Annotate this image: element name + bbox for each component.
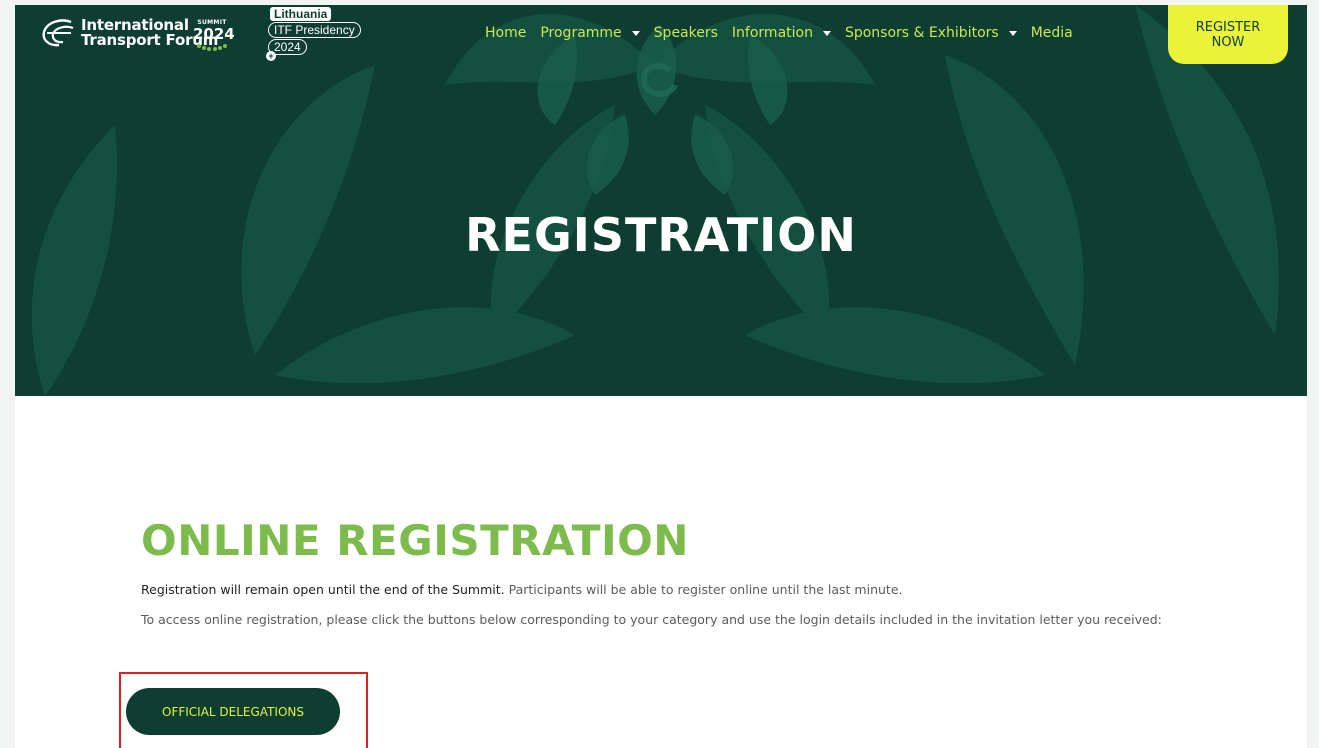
hero-title: REGISTRATION (465, 208, 857, 262)
site-header: International Transport Forum SUMMIT 202… (15, 5, 1307, 69)
registration-instructions: To access online registration, please cl… (141, 612, 1162, 627)
summit-wreath-icon (197, 44, 227, 51)
main-nav: Home Programme Speakers Information Spon… (485, 25, 1087, 41)
caret-down-icon (822, 30, 831, 36)
caret-down-icon (631, 30, 640, 36)
summit-year: 2024 (193, 25, 235, 43)
nav-sponsors-label: Sponsors & Exhibitors (844, 25, 999, 41)
nav-speakers-label: Speakers (653, 25, 718, 41)
presidency-label: ITF Presidency (268, 22, 361, 38)
itf-logo-icon (42, 19, 74, 47)
summit-2024-badge: SUMMIT 2024 (193, 19, 235, 53)
registration-intro-strong: Registration will remain open until the … (141, 582, 505, 597)
nav-media-label: Media (1030, 25, 1073, 41)
nav-programme[interactable]: Programme (540, 25, 640, 41)
scrollbar-gutter (1307, 0, 1319, 748)
nav-sponsors-exhibitors[interactable]: Sponsors & Exhibitors (845, 25, 1017, 41)
nav-information[interactable]: Information (732, 25, 831, 41)
presidency-country: Lithuania (270, 7, 332, 21)
nav-home[interactable]: Home (485, 25, 526, 41)
registration-intro-rest: Participants will be able to register on… (504, 582, 903, 597)
register-now-line1: REGISTER (1195, 19, 1261, 35)
section-title: ONLINE REGISTRATION (141, 516, 689, 565)
nav-programme-label: Programme (540, 25, 622, 41)
nav-information-label: Information (731, 25, 813, 41)
nav-media[interactable]: Media (1031, 25, 1073, 41)
nav-home-label: Home (485, 25, 527, 41)
plus-icon: + (266, 51, 276, 61)
itf-logo[interactable]: International Transport Forum (41, 18, 218, 48)
lithuania-presidency-logo: Lithuania ITF Presidency 2024 + (266, 7, 361, 61)
register-now-button[interactable]: REGISTER NOW (1168, 5, 1288, 64)
page: International Transport Forum SUMMIT 202… (15, 5, 1307, 748)
registration-intro: Registration will remain open until the … (141, 581, 1191, 599)
nav-speakers[interactable]: Speakers (654, 25, 718, 41)
official-delegations-label: OFFICIAL DELEGATIONS (162, 704, 304, 719)
online-registration-section: ONLINE REGISTRATION Registration will re… (141, 515, 1191, 629)
register-now-line2: NOW (1211, 34, 1245, 50)
caret-down-icon (1008, 30, 1017, 36)
official-delegations-button[interactable]: OFFICIAL DELEGATIONS (126, 688, 340, 735)
hero-banner: International Transport Forum SUMMIT 202… (15, 5, 1307, 396)
